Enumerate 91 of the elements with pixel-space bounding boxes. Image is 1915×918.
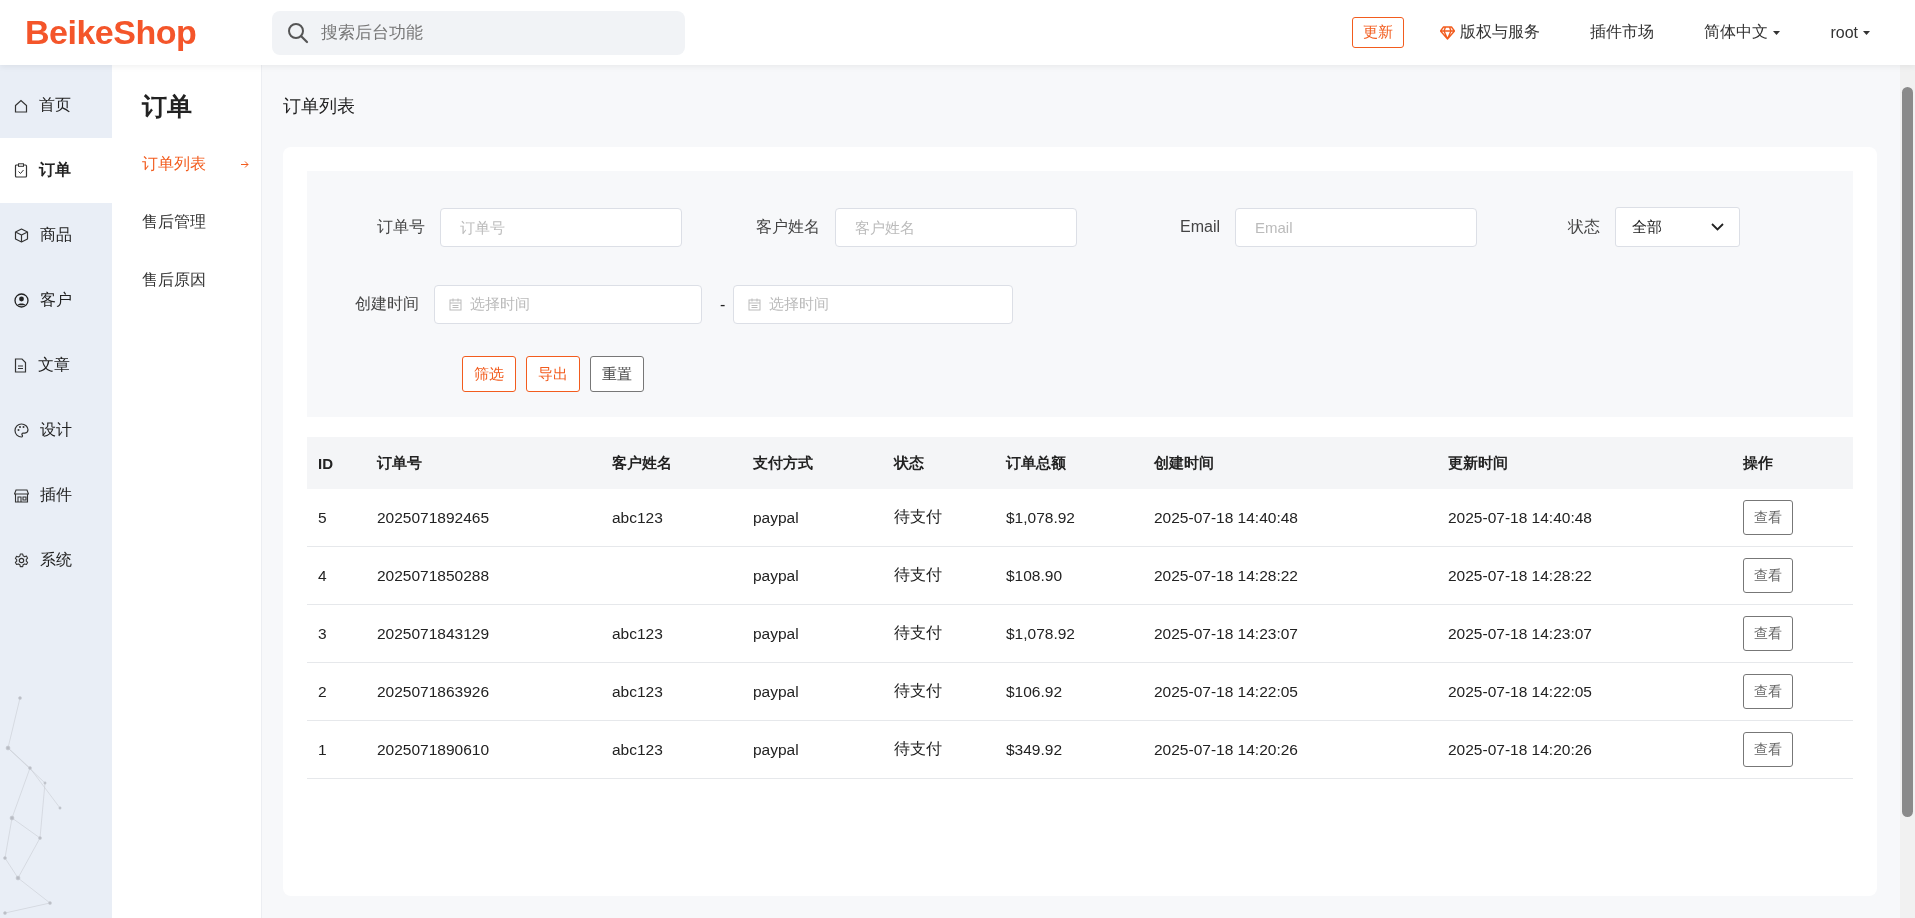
view-button[interactable]: 查看 bbox=[1743, 732, 1793, 767]
email-field[interactable]: Email bbox=[1235, 207, 1477, 247]
palette-icon bbox=[14, 423, 29, 438]
order-total-cell-text: $106.92 bbox=[1006, 682, 1064, 701]
order-number-cell-text: 2025071892465 bbox=[377, 508, 491, 527]
status-cell-text: 待支付 bbox=[894, 507, 943, 527]
submenu-item[interactable]: 售后管理 bbox=[142, 193, 261, 251]
created-time-cell-text: 2025-07-18 14:40:48 bbox=[1154, 508, 1299, 527]
column-header: 更新时间 bbox=[1448, 453, 1509, 473]
customer-name-cell-text: abc123 bbox=[612, 682, 664, 701]
field-label: 创建时间 bbox=[354, 294, 421, 314]
created-time-cell-text: 2025-07-18 14:22:05 bbox=[1154, 682, 1299, 701]
language-menu[interactable]: 简体中文 bbox=[1704, 22, 1781, 43]
view-button[interactable]: 查看 bbox=[1743, 616, 1793, 651]
home-icon bbox=[14, 98, 28, 113]
reset-button[interactable]: 重置 bbox=[590, 356, 644, 392]
payment-method-cell-text: paypal bbox=[753, 740, 800, 759]
submenu-item[interactable]: 售后原因 bbox=[142, 251, 261, 309]
payment-method-cell-text: paypal bbox=[753, 682, 800, 701]
column-header: 订单号 bbox=[377, 453, 423, 473]
clipboard-icon bbox=[14, 163, 28, 178]
column-header: 订单总额 bbox=[1006, 453, 1067, 473]
search-icon bbox=[287, 21, 309, 44]
customer-name-field[interactable]: 客户姓名 bbox=[835, 207, 1077, 247]
status-cell-text: 待支付 bbox=[894, 623, 943, 643]
column-header: 状态 bbox=[894, 453, 925, 473]
arrow-icon bbox=[241, 160, 249, 168]
status-cell-text: 待支付 bbox=[894, 565, 943, 585]
column-header: ID bbox=[318, 454, 334, 472]
caret-icon bbox=[1863, 30, 1870, 35]
view-button[interactable]: 查看 bbox=[1743, 558, 1793, 593]
submenu-title: 订单 bbox=[142, 91, 193, 122]
updated-time-cell-text: 2025-07-18 14:40:48 bbox=[1448, 508, 1593, 527]
created-time-cell-text: 2025-07-18 14:23:07 bbox=[1154, 624, 1299, 643]
chevron-down-icon bbox=[1711, 223, 1724, 231]
column-header: 支付方式 bbox=[753, 453, 814, 473]
updated-time-cell-text: 2025-07-18 14:22:05 bbox=[1448, 682, 1593, 701]
user-icon bbox=[14, 293, 29, 308]
payment-method-cell-text: paypal bbox=[753, 624, 800, 643]
plugin-market-link[interactable]: 插件市场 bbox=[1590, 22, 1655, 43]
customer-name-cell-text: abc123 bbox=[612, 740, 664, 759]
status-dropdown[interactable]: 全部 bbox=[1615, 207, 1740, 247]
field-label: 订单号 bbox=[376, 216, 426, 237]
view-button[interactable]: 查看 bbox=[1743, 500, 1793, 535]
updated-time-cell-text: 2025-07-18 14:20:26 bbox=[1448, 740, 1593, 759]
payment-method-cell-text: paypal bbox=[753, 566, 800, 585]
store-icon bbox=[14, 488, 29, 503]
column-header: 操作 bbox=[1743, 453, 1774, 473]
updated-time-cell-text: 2025-07-18 14:23:07 bbox=[1448, 624, 1593, 643]
order-number-cell-text: 2025071863926 bbox=[377, 682, 491, 701]
id-cell-text: 2 bbox=[318, 682, 328, 701]
customer-name-cell-text: abc123 bbox=[612, 624, 664, 643]
status-cell-text: 待支付 bbox=[894, 681, 943, 701]
updated-time-cell-text: 2025-07-18 14:28:22 bbox=[1448, 566, 1593, 585]
created-time-cell-text: 2025-07-18 14:20:26 bbox=[1154, 740, 1299, 759]
order-number-cell-text: 2025071890610 bbox=[377, 740, 491, 759]
id-cell-text: 3 bbox=[318, 624, 328, 643]
settings-icon bbox=[14, 553, 29, 568]
caret-icon bbox=[1773, 30, 1781, 35]
field-label: Email bbox=[1179, 218, 1221, 236]
column-header: 客户姓名 bbox=[612, 453, 673, 473]
calendar-icon bbox=[748, 298, 762, 311]
page-title: 订单列表 bbox=[283, 95, 356, 118]
order-number-cell-text: 2025071843129 bbox=[377, 624, 491, 643]
id-cell-text: 5 bbox=[318, 508, 328, 527]
document-icon bbox=[14, 358, 27, 373]
calendar-icon bbox=[449, 298, 463, 311]
order-number-cell-text: 2025071850288 bbox=[377, 566, 491, 585]
order-total-cell-text: $108.90 bbox=[1006, 566, 1064, 585]
field-label: 状态 bbox=[1567, 216, 1601, 237]
scrollbar-thumb[interactable] bbox=[1902, 87, 1913, 817]
sidebar-item[interactable]: 订单 bbox=[0, 138, 112, 203]
customer-name-cell-text: abc123 bbox=[612, 508, 664, 527]
order-total-cell-text: $1,078.92 bbox=[1006, 624, 1076, 643]
id-cell-text: 1 bbox=[318, 740, 328, 759]
payment-method-cell-text: paypal bbox=[753, 508, 800, 527]
box-icon bbox=[14, 228, 29, 243]
user-menu[interactable]: root bbox=[1830, 23, 1870, 42]
diamond-icon bbox=[1440, 25, 1456, 40]
order-total-cell-text: $1,078.92 bbox=[1006, 508, 1076, 527]
search-field[interactable]: 搜索后台功能 bbox=[272, 10, 685, 55]
status-cell-text: 待支付 bbox=[894, 739, 943, 759]
created-time-cell-text: 2025-07-18 14:28:22 bbox=[1154, 566, 1299, 585]
order-total-cell-text: $349.92 bbox=[1006, 740, 1064, 759]
range-separator: - bbox=[720, 295, 726, 314]
id-cell-text: 4 bbox=[318, 566, 328, 585]
view-button[interactable]: 查看 bbox=[1743, 674, 1793, 709]
column-header: 创建时间 bbox=[1154, 453, 1215, 473]
field-label: 客户姓名 bbox=[755, 216, 821, 237]
order-number-field[interactable]: 订单号 bbox=[440, 207, 682, 247]
license-link[interactable]: 版权与服务 bbox=[1440, 22, 1541, 43]
